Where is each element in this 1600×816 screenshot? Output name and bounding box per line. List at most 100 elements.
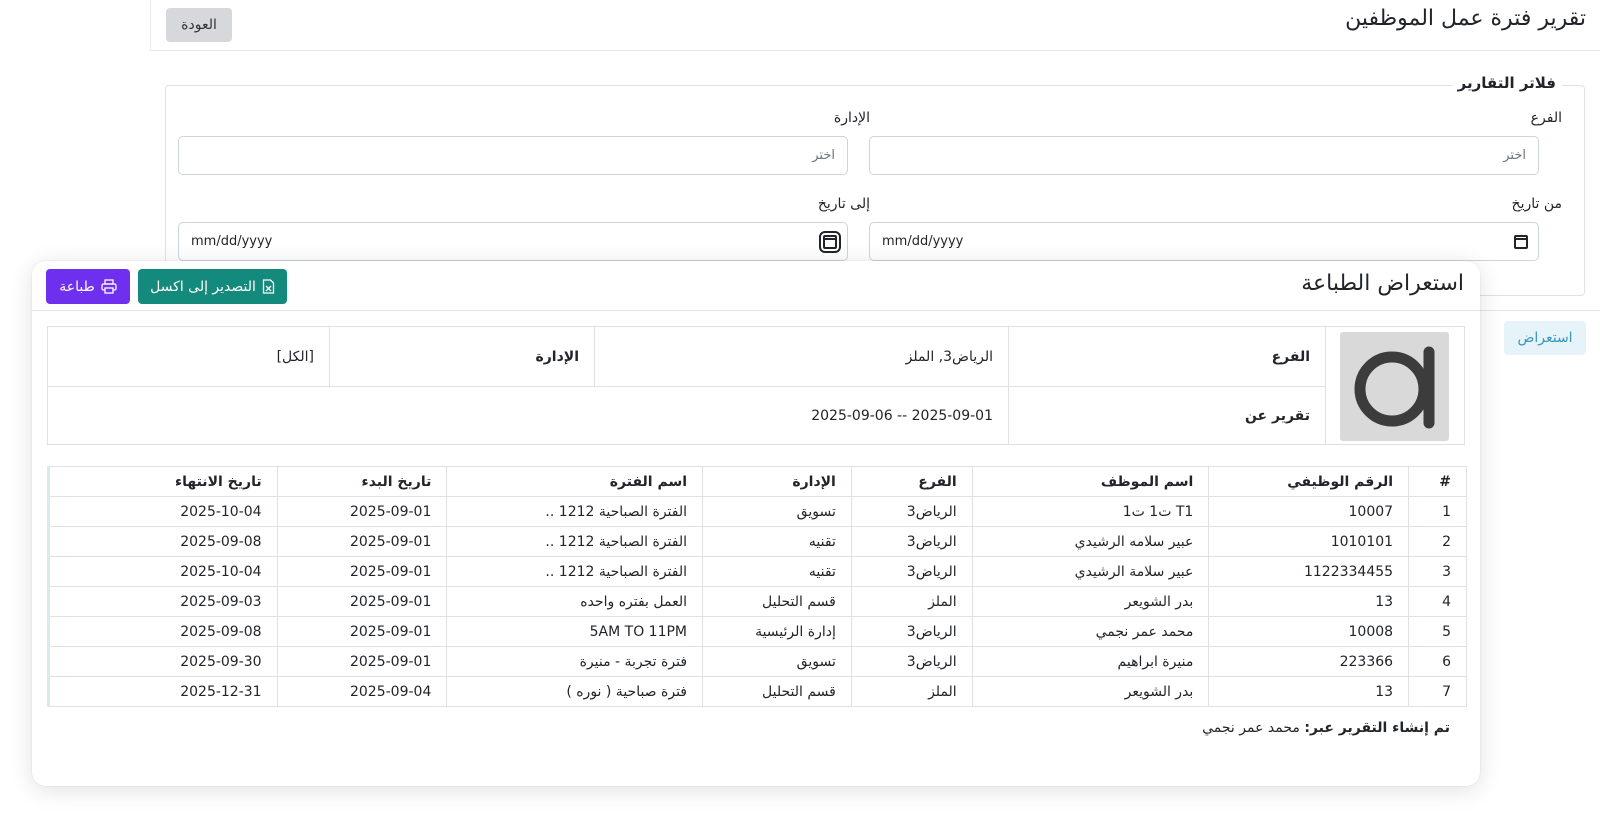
department-info-value: [الكل] xyxy=(276,348,314,365)
print-preview-dialog: استعراض الطباعة التصدير إلى اكسل طباعة ا… xyxy=(32,261,1480,786)
cell-branch: الرياض3 xyxy=(850,616,973,647)
col-department-header: الإدارة xyxy=(702,466,852,497)
col-shift-name-header: اسم الفترة xyxy=(446,466,704,497)
cell-branch: الرياض3 xyxy=(850,496,973,527)
print-button[interactable]: طباعة xyxy=(46,269,130,304)
cell-index: 4 xyxy=(1408,586,1467,617)
from-date-input[interactable]: mm/dd/yyyy xyxy=(869,222,1539,261)
to-date-label: إلى تاريخ xyxy=(817,196,870,212)
cell-employee-id: 10008 xyxy=(1208,616,1410,647)
cell-start-date: 2025-09-01 xyxy=(276,556,448,587)
cell-branch: الملز xyxy=(850,676,973,707)
col-index-header: # xyxy=(1408,466,1467,497)
col-branch-header: الفرع xyxy=(850,466,973,497)
print-label: طباعة xyxy=(59,278,95,295)
cell-shift-name: فترة تجربة - منيرة xyxy=(446,646,704,677)
export-excel-label: التصدير إلى اكسل xyxy=(150,278,256,295)
cell-shift-name: الفترة الصباحية 1212 .. xyxy=(446,556,704,587)
cell-employee-id: 223366 xyxy=(1208,646,1410,677)
cell-shift-name: الفترة الصباحية 1212 .. xyxy=(446,496,704,527)
report-for-value: 2025-09-01 -- 2025-09-06 xyxy=(811,408,993,424)
col-end-date-header: تاريخ الانتهاء xyxy=(47,466,278,497)
cell-employee-name: T1 ت1 ت1 xyxy=(971,496,1210,527)
cell-department: تقنيه xyxy=(702,526,852,557)
cell-employee-name: بدر الشويعر xyxy=(971,586,1210,617)
cell-start-date: 2025-09-01 xyxy=(276,526,448,557)
cell-index: 5 xyxy=(1408,616,1467,647)
department-info-label: الإدارة xyxy=(329,327,594,386)
table-row: 1 10007 T1 ت1 ت1 الرياض3 تسويق الفترة الصباحي… xyxy=(47,496,1467,527)
divider xyxy=(1480,310,1600,311)
cell-department: قسم التحليل xyxy=(702,676,852,707)
table-row: 6 223366 منيرة ابراهيم الرياض3 تسويق فترة تجر… xyxy=(47,646,1467,677)
cell-employee-id: 13 xyxy=(1208,586,1410,617)
table-row: 5 10008 محمد عمر نجمي الرياض3 إدارة الرئيسية… xyxy=(47,616,1467,647)
cell-end-date: 2025-09-03 xyxy=(47,586,278,617)
cell-branch: الرياض3 xyxy=(850,526,973,557)
cell-shift-name: الفترة الصباحية 1212 .. xyxy=(446,526,704,557)
branch-label: الفرع xyxy=(1530,110,1562,126)
shifts-table: # الرقم الوظيفي اسم الموظف الفرع الإدارة… xyxy=(47,466,1467,707)
col-employee-id-header: الرقم الوظيفي xyxy=(1208,466,1410,497)
branch-placeholder: اختر xyxy=(1503,148,1526,163)
department-label: الإدارة xyxy=(833,110,870,126)
divider xyxy=(1325,327,1326,444)
cell-start-date: 2025-09-01 xyxy=(276,496,448,527)
divider xyxy=(32,310,1480,311)
col-start-date-header: تاريخ البدء xyxy=(276,466,448,497)
cell-employee-id: 1010101 xyxy=(1208,526,1410,557)
cell-index: 7 xyxy=(1408,676,1467,707)
report-info-table: الفرع الرياض3, الملز الإدارة [الكل] تقري… xyxy=(47,326,1465,445)
filters-legend: فلاتر التقارير xyxy=(1451,74,1562,92)
back-button[interactable]: العودة xyxy=(166,8,232,42)
preview-button[interactable]: استعراض xyxy=(1504,321,1586,355)
cell-employee-name: منيرة ابراهيم xyxy=(971,646,1210,677)
cell-department: تسويق xyxy=(702,496,852,527)
cell-employee-name: عبير سلامة الرشيدي xyxy=(971,556,1210,587)
col-employee-name-header: اسم الموظف xyxy=(971,466,1210,497)
cell-end-date: 2025-09-08 xyxy=(47,616,278,647)
cell-end-date: 2025-10-04 xyxy=(47,556,278,587)
created-by-label: تم إنشاء التقرير عبر: xyxy=(1304,720,1450,736)
cell-end-date: 2025-10-04 xyxy=(47,496,278,527)
cell-start-date: 2025-09-01 xyxy=(276,616,448,647)
branch-select[interactable]: اختر xyxy=(869,136,1539,175)
table-row: 7 13 بدر الشويعر الملز قسم التحليل فترة صباحي… xyxy=(47,676,1467,707)
to-date-value: mm/dd/yyyy xyxy=(191,234,273,249)
cell-employee-id: 1122334455 xyxy=(1208,556,1410,587)
cell-shift-name: العمل بفتره واحده xyxy=(446,586,704,617)
cell-employee-name: محمد عمر نجمي xyxy=(971,616,1210,647)
print-preview-title: استعراض الطباعة xyxy=(1301,271,1464,296)
cell-branch: الملز xyxy=(850,586,973,617)
page-header: تقرير فترة عمل الموظفين العودة xyxy=(150,0,1600,51)
cell-branch: الرياض3 xyxy=(850,646,973,677)
table-row: 4 13 بدر الشويعر الملز قسم التحليل العمل بفتر… xyxy=(47,586,1467,617)
cell-start-date: 2025-09-04 xyxy=(276,676,448,707)
cell-end-date: 2025-12-31 xyxy=(47,676,278,707)
cell-index: 2 xyxy=(1408,526,1467,557)
to-date-input[interactable]: mm/dd/yyyy xyxy=(178,222,848,261)
calendar-icon[interactable] xyxy=(1514,234,1528,249)
export-excel-button[interactable]: التصدير إلى اكسل xyxy=(138,269,287,304)
from-date-value: mm/dd/yyyy xyxy=(882,234,964,249)
department-placeholder: اختر xyxy=(812,148,835,163)
table-row: 3 1122334455 عبير سلامة الرشيدي الرياض3 تقني… xyxy=(47,556,1467,587)
page-title: تقرير فترة عمل الموظفين xyxy=(1345,6,1586,31)
calendar-icon[interactable] xyxy=(819,230,841,253)
cell-shift-name: فترة صباحية ( نوره ) xyxy=(446,676,704,707)
cell-start-date: 2025-09-01 xyxy=(276,646,448,677)
table-header-row: # الرقم الوظيفي اسم الموظف الفرع الإدارة… xyxy=(47,466,1467,497)
department-select[interactable]: اختر xyxy=(178,136,848,175)
cell-shift-name: 5AM TO 11PM xyxy=(446,616,704,647)
company-logo xyxy=(1340,332,1449,441)
printer-icon xyxy=(101,279,117,294)
cell-department: تسويق xyxy=(702,646,852,677)
cell-index: 1 xyxy=(1408,496,1467,527)
cell-employee-name: بدر الشويعر xyxy=(971,676,1210,707)
report-footer: تم إنشاء التقرير عبر: محمد عمر نجمي xyxy=(1202,720,1450,736)
report-for-label: تقرير عن xyxy=(1008,387,1325,445)
cell-department: إدارة الرئيسية xyxy=(702,616,852,647)
cell-employee-id: 13 xyxy=(1208,676,1410,707)
cell-department: قسم التحليل xyxy=(702,586,852,617)
cell-branch: الرياض3 xyxy=(850,556,973,587)
